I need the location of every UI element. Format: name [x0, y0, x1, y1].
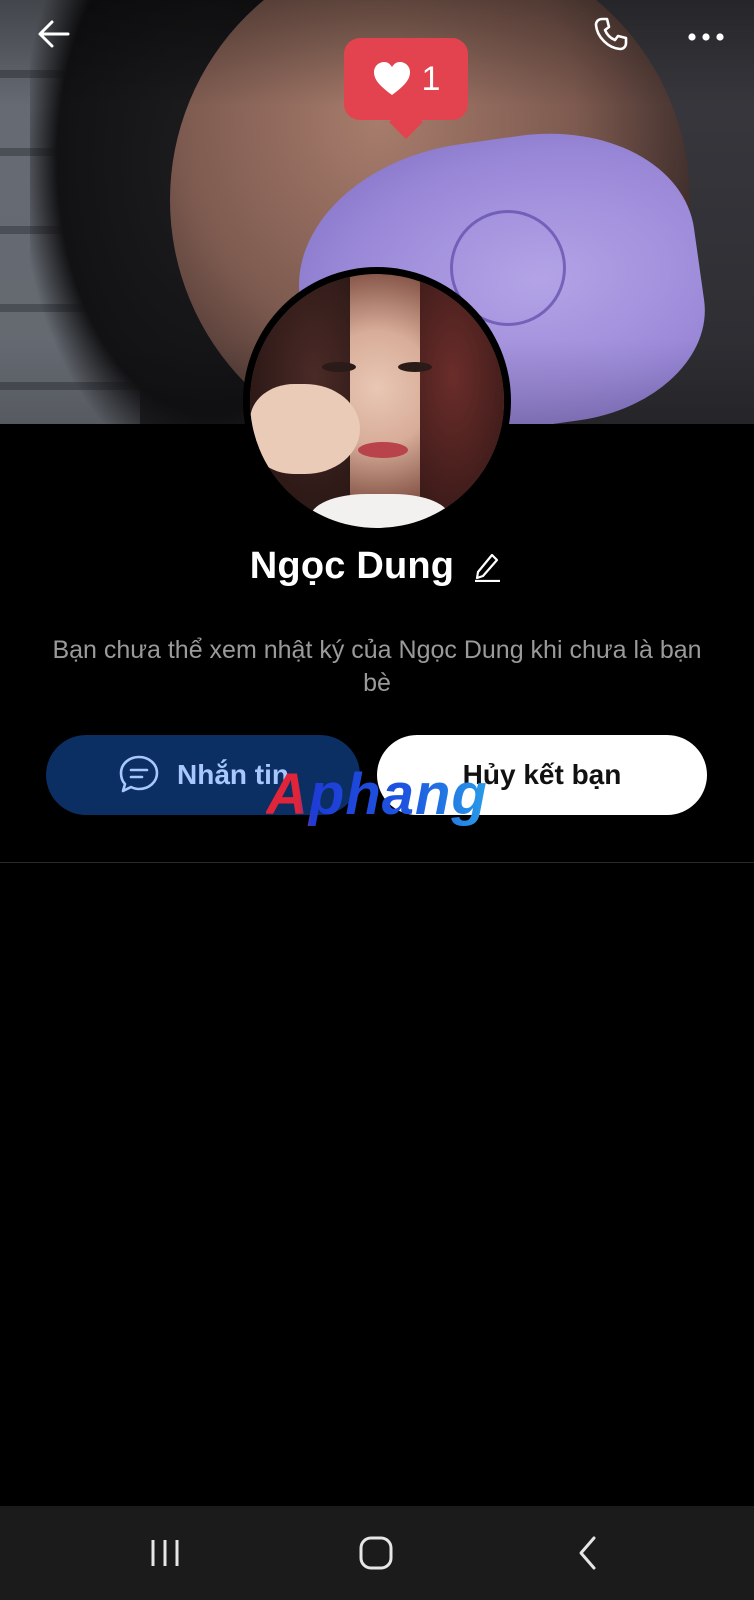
- phone-icon: [594, 17, 628, 51]
- chat-bubble-icon: [119, 755, 159, 793]
- more-horizontal-icon: [688, 33, 724, 41]
- avatar-hand: [250, 384, 360, 474]
- avatar-hair-right: [420, 274, 504, 528]
- avatar-eye-right: [398, 362, 432, 372]
- avatar-lips: [358, 442, 408, 458]
- pencil-icon: [475, 553, 501, 582]
- profile-page: 1 Ngọc Dung Bạn chưa thể xem nhật ký của…: [0, 0, 754, 1600]
- unfriend-button-label: Hủy kết bạn: [462, 759, 622, 790]
- like-count: 1: [421, 59, 441, 98]
- unfriend-button[interactable]: Hủy kết bạn: [377, 735, 707, 815]
- back-button[interactable]: [28, 8, 80, 60]
- like-badge-bubble: 1: [344, 38, 468, 120]
- call-button[interactable]: [585, 8, 637, 60]
- recents-icon: [151, 1540, 179, 1566]
- more-options-button[interactable]: [680, 8, 732, 60]
- profile-name: Ngọc Dung: [249, 544, 455, 587]
- profile-avatar[interactable]: [243, 267, 511, 535]
- diary-restriction-message: Bạn chưa thể xem nhật ký của Ngọc Dung k…: [52, 636, 702, 697]
- section-divider: [0, 862, 754, 863]
- cover-like-badge[interactable]: 1: [344, 38, 468, 139]
- message-button[interactable]: Nhắn tin: [46, 735, 360, 815]
- edit-name-button[interactable]: [470, 549, 504, 583]
- avatar-photo: [250, 274, 504, 528]
- nav-home-button[interactable]: [336, 1518, 416, 1588]
- arrow-left-icon: [38, 20, 70, 48]
- home-icon: [359, 1536, 393, 1570]
- system-navigation-bar: [0, 1506, 754, 1600]
- nav-recents-button[interactable]: [125, 1518, 205, 1588]
- message-button-label: Nhắn tin: [177, 759, 289, 790]
- avatar-collar: [310, 494, 450, 528]
- heart-icon: [373, 62, 410, 95]
- avatar-eye-left: [322, 362, 356, 372]
- profile-name-row: Ngọc Dung: [0, 536, 754, 596]
- chevron-left-icon: [579, 1536, 596, 1570]
- nav-back-button[interactable]: [548, 1518, 628, 1588]
